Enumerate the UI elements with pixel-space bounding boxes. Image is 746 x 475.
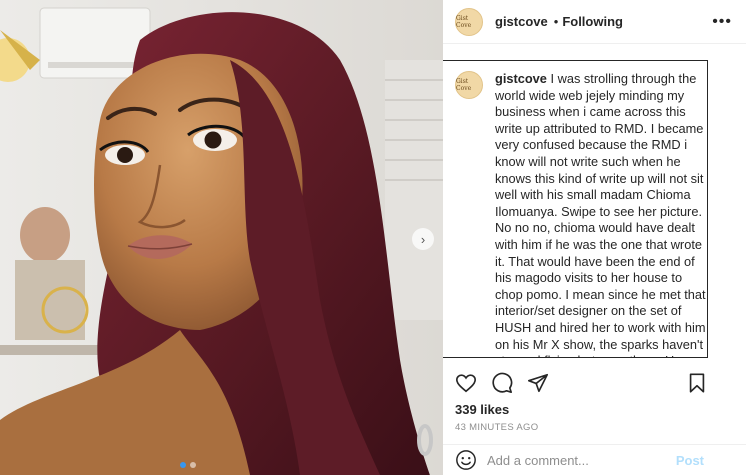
chevron-right-icon: › <box>420 231 426 247</box>
heart-icon[interactable] <box>455 372 477 394</box>
caption-row: Gist Cove gistcove I was strolling throu… <box>443 61 707 357</box>
avatar-logo-text: Gist Cove <box>456 14 472 29</box>
caption-username[interactable]: gistcove <box>495 71 547 86</box>
bookmark-icon[interactable] <box>686 372 708 394</box>
post-comment-button[interactable]: Post <box>676 453 704 468</box>
post-timestamp[interactable]: 43 MINUTES AGO <box>455 422 538 433</box>
action-bar <box>455 372 549 394</box>
share-icon[interactable] <box>527 372 549 394</box>
carousel-indicator <box>180 462 196 468</box>
carousel-dot <box>190 462 196 468</box>
post-sidebar: Gist Cove gistcove • Following ••• Gist … <box>443 0 746 475</box>
emoji-icon[interactable] <box>455 449 477 471</box>
carousel-dot-active <box>180 462 186 468</box>
caption-paragraph-2: No no no, chioma would have dealt with h… <box>495 220 706 357</box>
caption-text: gistcove I was strolling through the wor… <box>495 71 707 357</box>
next-image-button[interactable]: › <box>412 228 434 250</box>
follow-status-button[interactable]: Following <box>562 14 623 29</box>
caption-avatar-logo-text: Gist Cove <box>456 78 472 92</box>
add-comment-bar: Post <box>443 444 746 475</box>
post-photo: › <box>0 0 443 475</box>
caption-area[interactable]: Gist Cove gistcove I was strolling throu… <box>443 60 708 358</box>
comment-icon[interactable] <box>491 372 513 394</box>
portrait-image <box>0 0 443 475</box>
comment-input[interactable] <box>487 452 667 468</box>
header-username[interactable]: gistcove <box>495 14 548 29</box>
caption-paragraph-1: I was strolling through the world wide w… <box>495 71 704 219</box>
like-count[interactable]: 339 likes <box>455 402 509 417</box>
more-options-icon[interactable]: ••• <box>712 13 732 31</box>
caption-avatar[interactable]: Gist Cove <box>455 71 483 99</box>
header-separator: • <box>553 14 559 29</box>
post-header: Gist Cove gistcove • Following ••• <box>443 0 746 44</box>
avatar[interactable]: Gist Cove <box>455 7 483 36</box>
